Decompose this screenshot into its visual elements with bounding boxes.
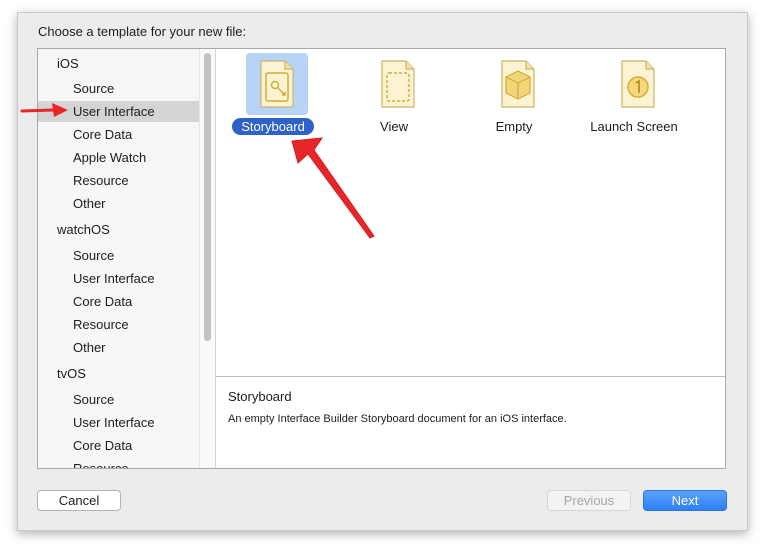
sidebar-item-ios-resource[interactable]: Resource: [38, 170, 199, 191]
sidebar-scrollbar[interactable]: [199, 49, 215, 468]
sidebar-item-tvos-source[interactable]: Source: [38, 389, 199, 410]
template-launch-screen[interactable]: Launch Screen: [580, 49, 688, 149]
launch-screen-icon: [607, 53, 669, 115]
sidebar-item-tvos-core-data[interactable]: Core Data: [38, 435, 199, 456]
platform-sidebar: iOS Source User Interface Core Data Appl…: [38, 49, 216, 468]
sidebar-item-tvos-user-interface[interactable]: User Interface: [38, 412, 199, 433]
template-grid: Storyboard View Empty Launch Screen: [216, 49, 725, 376]
template-label: View: [380, 119, 408, 134]
sidebar-group-watchos[interactable]: watchOS: [38, 219, 199, 240]
sidebar-item-ios-source[interactable]: Source: [38, 78, 199, 99]
description-divider: [216, 376, 725, 377]
cancel-button[interactable]: Cancel: [37, 490, 121, 511]
view-icon: [367, 53, 429, 115]
sidebar-item-watchos-core-data[interactable]: Core Data: [38, 291, 199, 312]
empty-cube-icon: [487, 53, 549, 115]
previous-button[interactable]: Previous: [547, 490, 631, 511]
template-label: Storyboard: [219, 118, 327, 135]
template-label: Launch Screen: [590, 119, 678, 134]
sidebar-item-ios-other[interactable]: Other: [38, 193, 199, 214]
template-chooser-panel: iOS Source User Interface Core Data Appl…: [37, 48, 726, 469]
storyboard-icon: [246, 53, 308, 115]
template-label: Empty: [495, 119, 533, 134]
sidebar-item-ios-apple-watch[interactable]: Apple Watch: [38, 147, 199, 168]
sidebar-group-ios[interactable]: iOS: [38, 53, 199, 74]
template-storyboard[interactable]: Storyboard: [219, 49, 327, 149]
sidebar-item-watchos-resource[interactable]: Resource: [38, 314, 199, 335]
sidebar-item-tvos-resource[interactable]: Resource: [38, 458, 199, 468]
next-button[interactable]: Next: [643, 490, 727, 511]
sidebar-item-ios-core-data[interactable]: Core Data: [38, 124, 199, 145]
sidebar-item-watchos-other[interactable]: Other: [38, 337, 199, 358]
description-title: Storyboard: [228, 389, 292, 404]
template-view[interactable]: View: [340, 49, 448, 149]
description-text: An empty Interface Builder Storyboard do…: [228, 413, 567, 425]
template-empty[interactable]: Empty: [460, 49, 568, 149]
scrollbar-thumb[interactable]: [204, 53, 211, 341]
dialog-prompt: Choose a template for your new file:: [38, 24, 247, 39]
sidebar-item-watchos-user-interface[interactable]: User Interface: [38, 268, 199, 289]
sidebar-group-tvos[interactable]: tvOS: [38, 363, 199, 384]
sidebar-item-watchos-source[interactable]: Source: [38, 245, 199, 266]
sidebar-item-ios-user-interface[interactable]: User Interface: [38, 101, 199, 122]
